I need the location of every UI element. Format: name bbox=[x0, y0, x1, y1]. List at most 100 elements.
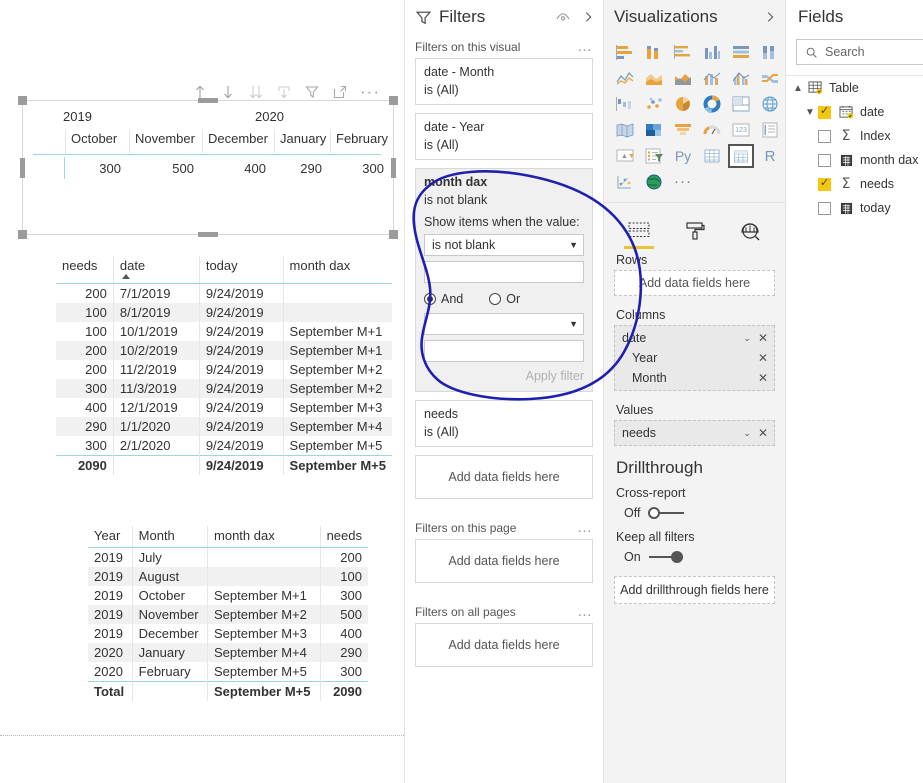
eye-icon[interactable] bbox=[555, 9, 571, 25]
chevron-down-icon[interactable]: ⌄ bbox=[743, 333, 751, 344]
viz-icon-multi-row-card[interactable] bbox=[757, 118, 783, 142]
viz-icon-stacked-column-chart[interactable] bbox=[641, 40, 667, 64]
field-chip-year[interactable]: Year ✕ bbox=[615, 348, 774, 368]
field-node-table[interactable]: ▲ Table bbox=[786, 76, 923, 100]
tab-format[interactable] bbox=[680, 220, 710, 249]
viz-icon-100-stacked-bar-chart[interactable] bbox=[728, 40, 754, 64]
viz-icon-gauge[interactable] bbox=[699, 118, 725, 142]
viz-icon-arcgis-maps[interactable] bbox=[641, 170, 667, 194]
viz-icon-pie-chart[interactable] bbox=[670, 92, 696, 116]
drill-next-level-icon[interactable] bbox=[276, 84, 292, 100]
viz-icon-r-visual[interactable]: R bbox=[757, 144, 783, 168]
viz-icon-ribbon-chart[interactable] bbox=[757, 66, 783, 90]
table-row[interactable]: 290 1/1/2020 9/24/2019 September M+4 bbox=[56, 417, 392, 436]
radio-and[interactable]: And bbox=[424, 292, 463, 306]
matrix-year-2019[interactable]: 2019 bbox=[63, 109, 92, 124]
viz-icon-area-chart[interactable] bbox=[641, 66, 667, 90]
chevron-right-icon[interactable] bbox=[763, 10, 777, 24]
well-values[interactable]: needs ⌄ ✕ bbox=[614, 420, 775, 446]
field-node-today[interactable]: today bbox=[786, 196, 923, 220]
page-filters-dropzone[interactable]: Add data fields here bbox=[415, 539, 593, 583]
filter-condition-1-dropdown[interactable]: is not blank ▼ bbox=[424, 234, 584, 256]
resize-handle-br[interactable] bbox=[389, 230, 398, 239]
filter-card-month-dax[interactable]: month dax is not blank Show items when t… bbox=[415, 168, 593, 392]
field-checkbox-needs[interactable] bbox=[818, 176, 831, 191]
table-row[interactable]: 400 12/1/2019 9/24/2019 September M+3 bbox=[56, 398, 392, 417]
col-header-needs[interactable]: needs bbox=[56, 256, 114, 284]
viz-icon-filled-map[interactable] bbox=[612, 118, 638, 142]
viz-icon-funnel[interactable] bbox=[670, 118, 696, 142]
field-node-needs[interactable]: Σ needs bbox=[786, 172, 923, 196]
expand-all-icon[interactable] bbox=[248, 84, 264, 100]
focus-mode-icon[interactable] bbox=[332, 84, 348, 100]
remove-field-icon[interactable]: ✕ bbox=[758, 351, 768, 365]
well-rows-dropzone[interactable]: Add data fields here bbox=[614, 270, 775, 296]
table-row[interactable]: 2020 February September M+5 300 bbox=[88, 662, 368, 682]
matrix-cell-december[interactable]: 400 bbox=[202, 161, 274, 176]
field-checkbox-month-dax[interactable] bbox=[818, 153, 831, 167]
filter-value-1-input[interactable] bbox=[424, 261, 584, 283]
visual-type-gallery[interactable]: 123 ▲ ▼ Py R ··· bbox=[604, 34, 785, 198]
table-row[interactable]: 200 7/1/2019 9/24/2019 bbox=[56, 283, 392, 303]
viz-icon-kpi[interactable]: ▲ ▼ bbox=[612, 144, 638, 168]
col-header-month[interactable]: Month bbox=[132, 526, 209, 548]
section-more-icon[interactable]: … bbox=[577, 604, 593, 619]
section-more-icon[interactable]: … bbox=[577, 520, 593, 535]
viz-icon-line-chart[interactable] bbox=[612, 66, 638, 90]
viz-icon-map[interactable] bbox=[757, 92, 783, 116]
viz-icon-stacked-area-chart[interactable] bbox=[670, 66, 696, 90]
drill-down-icon[interactable] bbox=[220, 84, 236, 100]
viz-icon-scatter-chart[interactable] bbox=[641, 92, 667, 116]
filter-condition-2-dropdown[interactable]: ▼ bbox=[424, 313, 584, 335]
viz-icon-table[interactable] bbox=[699, 144, 725, 168]
viz-icon-treemap[interactable] bbox=[728, 92, 754, 116]
filter-card-needs[interactable]: needs is (All) bbox=[415, 400, 593, 447]
viz-icon-more-visuals[interactable]: ··· bbox=[670, 170, 696, 194]
viz-icon-clustered-bar-chart[interactable] bbox=[670, 40, 696, 64]
viz-icon-key-influencers[interactable] bbox=[612, 170, 638, 194]
table-row[interactable]: 200 11/2/2019 9/24/2019 September M+2 bbox=[56, 360, 392, 379]
field-chip-date[interactable]: date ⌄ ✕ bbox=[615, 328, 774, 348]
field-checkbox-today[interactable] bbox=[818, 201, 831, 215]
viz-icon-donut-chart[interactable] bbox=[699, 92, 725, 116]
col-header-month-dax[interactable]: month dax bbox=[283, 256, 392, 284]
remove-field-icon[interactable]: ✕ bbox=[758, 371, 768, 385]
viz-icon-stacked-bar-chart[interactable] bbox=[612, 40, 638, 64]
visual-filters-dropzone[interactable]: Add data fields here bbox=[415, 455, 593, 499]
matrix-cell-november[interactable]: 500 bbox=[129, 161, 202, 176]
report-canvas[interactable]: ··· 2019 2020 October November December … bbox=[0, 0, 404, 783]
radio-or[interactable]: Or bbox=[489, 292, 520, 306]
viz-icon-shape-map[interactable] bbox=[641, 118, 667, 142]
field-node-month-dax[interactable]: month dax bbox=[786, 148, 923, 172]
viz-icon-waterfall-chart[interactable] bbox=[612, 92, 638, 116]
matrix-year-2020[interactable]: 2020 bbox=[255, 109, 284, 124]
cross-report-toggle-row[interactable]: Off bbox=[604, 502, 785, 528]
resize-handle-left[interactable] bbox=[20, 158, 25, 178]
remove-field-icon[interactable]: ✕ bbox=[758, 426, 768, 440]
matrix-cell-january[interactable]: 290 bbox=[274, 161, 330, 176]
matrix-cell-october[interactable]: 300 bbox=[65, 161, 129, 176]
summary-table-visual[interactable]: Year Month month dax needs 2019 July 200 2… bbox=[88, 526, 368, 701]
matrix-col-header-december[interactable]: December bbox=[202, 129, 274, 153]
matrix-col-header-january[interactable]: January bbox=[274, 129, 330, 153]
table-row[interactable]: 300 11/3/2019 9/24/2019 September M+2 bbox=[56, 379, 392, 398]
matrix-visual[interactable]: 2019 2020 October November December Janu… bbox=[18, 96, 398, 239]
viz-icon-line-and-clustered-column-chart[interactable] bbox=[728, 66, 754, 90]
field-node-index[interactable]: Σ Index bbox=[786, 124, 923, 148]
col-header-year[interactable]: Year bbox=[88, 526, 133, 548]
filter-icon[interactable] bbox=[304, 84, 320, 100]
field-checkbox-date[interactable] bbox=[818, 104, 831, 119]
table-row[interactable]: 2020 January September M+4 290 bbox=[88, 643, 368, 662]
well-columns[interactable]: date ⌄ ✕ Year ✕ Month ✕ bbox=[614, 325, 775, 391]
filter-value-2-input[interactable] bbox=[424, 340, 584, 362]
chevron-down-icon[interactable]: ▼ bbox=[802, 107, 818, 118]
field-checkbox-index[interactable] bbox=[818, 129, 831, 143]
table-row[interactable]: 100 8/1/2019 9/24/2019 bbox=[56, 303, 392, 322]
chevron-up-icon[interactable]: ▲ bbox=[790, 83, 806, 94]
resize-handle-top[interactable] bbox=[198, 98, 218, 103]
resize-handle-tr[interactable] bbox=[389, 96, 398, 105]
resize-handle-bl[interactable] bbox=[18, 230, 27, 239]
chevron-down-icon[interactable]: ⌄ bbox=[743, 428, 751, 439]
section-more-icon[interactable]: … bbox=[577, 39, 593, 54]
keep-all-filters-toggle-row[interactable]: On bbox=[604, 546, 785, 572]
